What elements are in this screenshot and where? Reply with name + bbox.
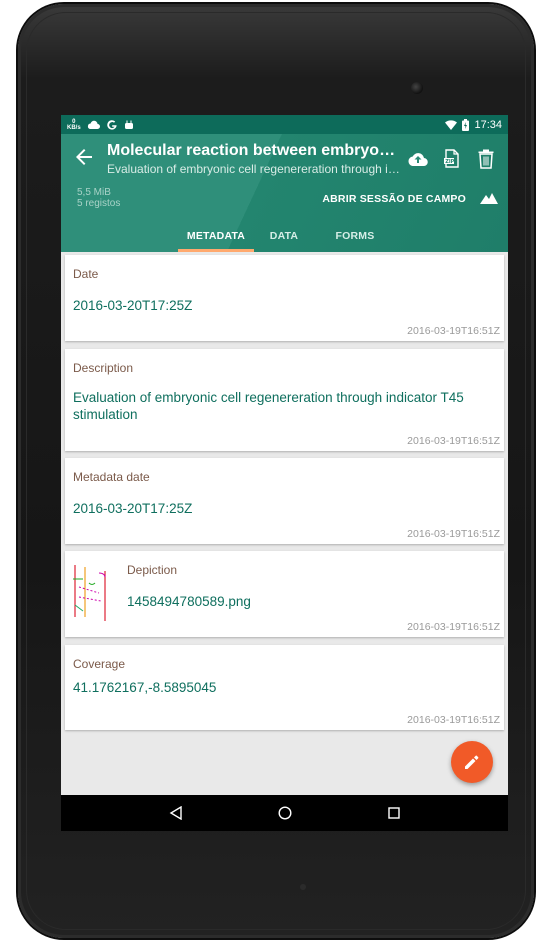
zip-file-icon: ZIP bbox=[444, 149, 459, 168]
list-item[interactable]: Coverage 41.1762167,-8.5895045 2016-03-1… bbox=[65, 645, 504, 730]
item-label: Date bbox=[73, 267, 99, 281]
tab-metadata[interactable]: METADATA bbox=[178, 220, 254, 252]
wifi-icon bbox=[445, 119, 458, 130]
item-timestamp: 2016-03-19T16:51Z bbox=[407, 435, 500, 447]
tab-forms[interactable]: FORMS bbox=[325, 220, 385, 252]
delete-button[interactable] bbox=[474, 147, 498, 171]
item-label: Metadata date bbox=[73, 470, 150, 484]
clock: 17:34 bbox=[474, 118, 502, 131]
g-icon bbox=[106, 119, 118, 131]
list-item[interactable]: Date 2016-03-20T17:25Z 2016-03-19T16:51Z bbox=[65, 255, 504, 341]
arrow-left-icon bbox=[76, 148, 92, 165]
mountain-icon bbox=[480, 193, 498, 204]
navigation-bar bbox=[61, 795, 508, 831]
microphone bbox=[300, 884, 306, 890]
nav-recents-button[interactable] bbox=[379, 798, 409, 828]
triangle-back-icon bbox=[169, 806, 182, 820]
item-label: Description bbox=[73, 361, 134, 375]
project-size: 5,5 MiB bbox=[77, 187, 111, 198]
battery-icon bbox=[462, 118, 470, 131]
network-speed-unit: KB/s bbox=[67, 124, 81, 131]
project-info: 5,5 MiB 5 registos bbox=[77, 187, 120, 209]
square-recents-icon bbox=[387, 807, 400, 819]
trash-icon bbox=[478, 149, 494, 169]
edit-fab-button[interactable] bbox=[451, 741, 493, 783]
tab-bar: METADATA DATA FORMS bbox=[61, 220, 508, 252]
item-timestamp: 2016-03-19T16:51Z bbox=[407, 325, 500, 337]
circle-home-icon bbox=[277, 806, 292, 820]
depiction-thumbnail[interactable] bbox=[69, 557, 115, 625]
export-zip-button[interactable]: ZIP bbox=[440, 147, 464, 171]
project-records: 5 registos bbox=[77, 198, 121, 209]
upload-button[interactable] bbox=[406, 147, 430, 171]
nav-home-button[interactable] bbox=[270, 798, 300, 828]
item-label: Coverage bbox=[73, 657, 126, 671]
page-subtitle: Evaluation of embryonic cell regenererat… bbox=[107, 162, 400, 176]
collapse-button[interactable] bbox=[480, 191, 498, 205]
screen: 0 KB/s 17:34 Molecular reaction between … bbox=[61, 115, 508, 831]
item-value: 2016-03-20T17:25Z bbox=[73, 298, 193, 313]
field-session-button[interactable]: ABRIR SESSÃO DE CAMPO bbox=[322, 193, 466, 205]
android-icon bbox=[124, 120, 134, 130]
item-timestamp: 2016-03-19T16:51Z bbox=[407, 528, 500, 540]
page-title: Molecular reaction between embryonic cel… bbox=[107, 142, 400, 159]
item-timestamp: 2016-03-19T16:51Z bbox=[407, 621, 500, 633]
cloud-icon bbox=[87, 120, 100, 129]
pencil-icon bbox=[465, 755, 479, 769]
item-label: Depiction bbox=[127, 563, 178, 577]
item-value: 41.1762167,-8.5895045 bbox=[73, 680, 217, 695]
cloud-upload-icon bbox=[408, 153, 428, 166]
item-value: 1458494780589.png bbox=[127, 594, 251, 609]
list-item[interactable]: Metadata date 2016-03-20T17:25Z 2016-03-… bbox=[65, 458, 504, 544]
list-item[interactable]: Description Evaluation of embryonic cell… bbox=[65, 349, 504, 451]
tab-data[interactable]: DATA bbox=[262, 220, 306, 252]
item-value: Evaluation of embryonic cell regenererat… bbox=[73, 390, 464, 422]
item-value: 2016-03-20T17:25Z bbox=[73, 501, 193, 516]
front-camera bbox=[411, 82, 423, 94]
sketch-image bbox=[69, 557, 115, 625]
app-bar: Molecular reaction between embryonic cel… bbox=[61, 134, 508, 252]
back-button[interactable] bbox=[61, 148, 107, 171]
nav-back-button[interactable] bbox=[161, 798, 191, 828]
network-speed: 0 KB/s bbox=[67, 119, 81, 131]
item-timestamp: 2016-03-19T16:51Z bbox=[407, 714, 500, 726]
status-bar: 0 KB/s 17:34 bbox=[61, 115, 508, 134]
list-item[interactable]: Depiction 1458494780589.png 2016-03-19T1… bbox=[65, 551, 504, 637]
svg-text:ZIP: ZIP bbox=[445, 159, 454, 165]
